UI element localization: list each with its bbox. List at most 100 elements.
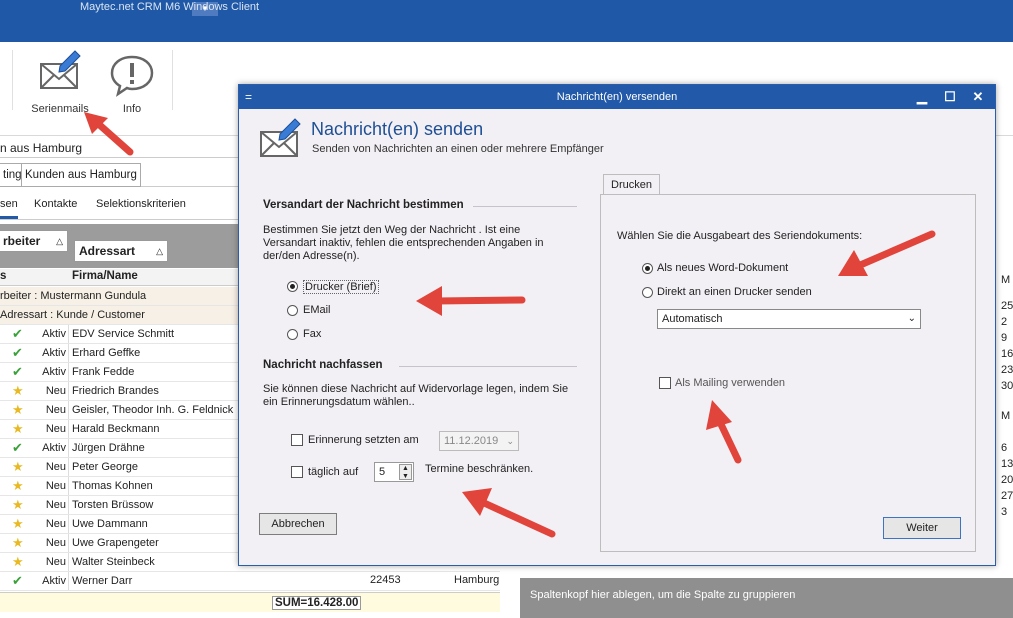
radio-drucker[interactable]	[287, 281, 298, 292]
group-row-label: rbeiter : Mustermann Gundula	[0, 290, 147, 302]
maximize-icon[interactable]: ☐	[939, 88, 961, 106]
cell-status: Neu	[45, 404, 66, 416]
section-divider	[473, 206, 577, 207]
dialog-heading: Nachricht(en) senden	[311, 119, 484, 139]
section-versandart-title: Versandart der Nachricht bestimmen	[263, 199, 464, 211]
close-icon[interactable]: ✕	[967, 88, 989, 106]
radio-email[interactable]	[287, 305, 298, 316]
cell-status: Neu	[45, 385, 66, 397]
radio-fax[interactable]	[287, 329, 298, 340]
cell-firma-name: Erhard Geffke	[72, 347, 141, 359]
cell-status: Neu	[45, 423, 66, 435]
info-speech-bubble-icon	[110, 55, 154, 97]
column-divider	[68, 477, 69, 495]
column-divider	[68, 363, 69, 381]
daily-limit-checkbox[interactable]	[291, 466, 303, 478]
cell-status: Neu	[45, 499, 66, 511]
check-icon: ✔	[12, 440, 23, 455]
calendar-cell: 25	[1001, 300, 1013, 312]
column-divider	[68, 553, 69, 571]
cancel-button[interactable]: Abbrechen	[259, 513, 337, 535]
section-nachfassen-title: Nachricht nachfassen	[263, 359, 383, 371]
annotation-arrow	[706, 400, 742, 464]
calendar-cell: 23	[1001, 364, 1013, 376]
star-icon: ★	[12, 516, 24, 531]
cell-firma-name: Peter George	[72, 461, 139, 473]
column-firma-name[interactable]: Firma/Name	[72, 270, 138, 282]
calendar-cell: 2	[1001, 316, 1008, 328]
daily-limit-stepper[interactable]: 5 ▲ ▼	[374, 462, 414, 482]
radio-fax-label[interactable]: Fax	[303, 328, 321, 340]
check-icon: ✔	[12, 364, 23, 379]
cell-ort: Hamburg	[454, 574, 500, 586]
column-divider	[68, 325, 69, 343]
subtab-adressen[interactable]: sen	[0, 198, 18, 210]
serienmails-button[interactable]: Serienmails	[28, 48, 92, 115]
radio-word-document-label[interactable]: Als neues Word-Dokument	[657, 262, 788, 274]
calendar-cell: M	[1001, 410, 1011, 422]
cell-plz: 22453	[370, 574, 401, 586]
column-status[interactable]: s	[0, 270, 6, 282]
dialog-header: Nachricht(en) senden Senden von Nachrich…	[239, 109, 995, 165]
column-divider	[68, 572, 69, 590]
check-icon: ✔	[12, 326, 23, 341]
cell-firma-name: Torsten Brüssow	[72, 499, 154, 511]
calendar-cell: 13	[1001, 458, 1013, 470]
cell-status: Neu	[45, 461, 66, 473]
column-divider	[68, 382, 69, 400]
radio-email-label[interactable]: EMail	[303, 304, 331, 316]
cell-status: Aktiv	[42, 575, 66, 587]
subtab-selektionskriterien[interactable]: Selektionskriterien	[96, 198, 186, 210]
dialog-subheading: Senden von Nachrichten an einen oder meh…	[312, 143, 604, 155]
radio-word-document[interactable]	[642, 263, 653, 274]
column-divider	[68, 496, 69, 514]
annotation-arrow	[416, 286, 526, 316]
chevron-down-icon: ⌄	[907, 313, 916, 324]
group-chip-mitarbeiter[interactable]: rbeiter △	[0, 230, 68, 252]
group-chip-label: Adressart	[79, 244, 136, 258]
radio-drucker-label[interactable]: Drucker (Brief)	[303, 280, 379, 294]
envelope-pen-icon	[260, 118, 301, 157]
cell-firma-name: Thomas Kohnen	[72, 480, 153, 492]
daily-limit-suffix: Termine beschränken.	[425, 463, 534, 475]
radio-printer-direct[interactable]	[642, 287, 653, 298]
spin-arrows-icon[interactable]: ▲ ▼	[399, 464, 412, 480]
sort-asc-icon: △	[156, 246, 163, 256]
printer-select-value: Automatisch	[662, 313, 723, 325]
cell-status: Aktiv	[42, 347, 66, 359]
info-button[interactable]: Info	[100, 48, 164, 115]
radio-printer-direct-label[interactable]: Direkt an einen Drucker senden	[657, 286, 812, 298]
dialog-title: Nachricht(en) versenden	[556, 91, 678, 103]
calendar-cell: 27	[1001, 490, 1013, 502]
minimize-icon[interactable]: ▁	[911, 88, 933, 106]
send-message-dialog: = Nachricht(en) versenden ▁ ☐ ✕ Nachrich…	[238, 84, 996, 566]
tab-drucken[interactable]: Drucken	[603, 174, 660, 195]
active-tab-indicator	[0, 216, 18, 219]
next-button[interactable]: Weiter	[883, 517, 961, 539]
mailing-checkbox[interactable]	[659, 377, 671, 389]
column-divider	[68, 344, 69, 362]
group-hint-bar[interactable]: Spaltenkopf hier ablegen, um die Spalte …	[520, 578, 1013, 618]
annotation-arrow	[838, 230, 936, 276]
cell-firma-name: Uwe Grapengeter	[72, 537, 159, 549]
cell-status: Neu	[45, 480, 66, 492]
sum-row: SUM=16.428.00	[0, 592, 500, 612]
subtab-kontakte[interactable]: Kontakte	[34, 198, 77, 210]
reminder-checkbox[interactable]	[291, 434, 303, 446]
app-title: Maytec.net CRM M6 Windows Client	[80, 1, 260, 13]
calendar-cell: 6	[1001, 442, 1008, 454]
cell-firma-name: EDV Service Schmitt	[72, 328, 175, 340]
cell-firma-name: Friedrich Brandes	[72, 385, 159, 397]
cell-firma-name: Werner Darr	[72, 575, 133, 587]
calendar-cell: 9	[1001, 332, 1008, 344]
group-chip-adressart[interactable]: Adressart △	[74, 240, 168, 262]
star-icon: ★	[12, 497, 24, 512]
star-icon: ★	[12, 554, 24, 569]
section-divider	[399, 366, 577, 367]
tab-kunden-aus-hamburg[interactable]: Kunden aus Hamburg	[21, 163, 141, 187]
printer-select[interactable]: Automatisch ⌄	[657, 309, 921, 329]
star-icon: ★	[12, 459, 24, 474]
sort-asc-icon: △	[56, 236, 63, 246]
reminder-date-picker[interactable]: 11.12.2019 ⌄	[439, 431, 519, 451]
cell-status: Aktiv	[42, 442, 66, 454]
